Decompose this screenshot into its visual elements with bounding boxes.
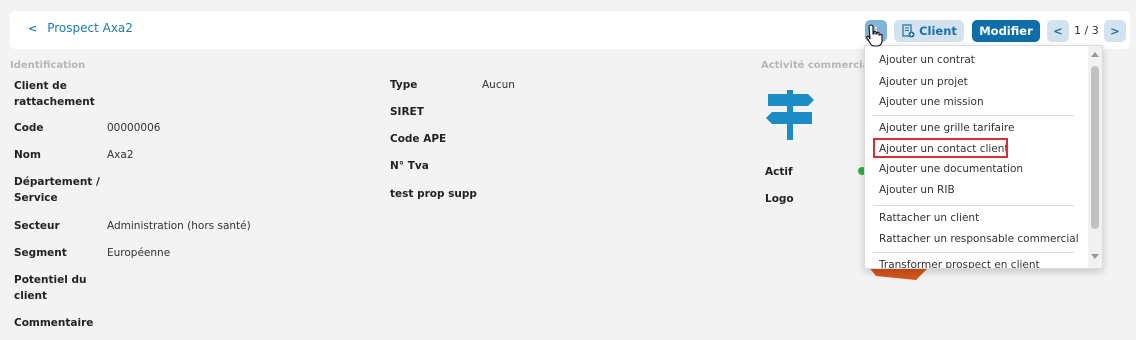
- field-label-secteur: Secteur: [14, 220, 60, 232]
- dropdown-scrollbar[interactable]: [1088, 46, 1102, 268]
- menu-item-ajouter-rib[interactable]: Ajouter un RIB: [879, 184, 955, 196]
- header-bar: < Prospect Axa2 ⋮ Client Modifier < 1 / …: [10, 11, 1130, 49]
- actif-label: Actif: [765, 166, 793, 178]
- field-value-secteur: Administration (hors santé): [107, 220, 251, 232]
- next-button[interactable]: >: [1104, 20, 1126, 42]
- modifier-button[interactable]: Modifier: [972, 20, 1040, 42]
- logo-label: Logo: [765, 193, 794, 205]
- field-label-siret: SIRET: [390, 106, 424, 118]
- menu-item-ajouter-projet[interactable]: Ajouter un projet: [879, 76, 968, 88]
- previous-button[interactable]: <: [1047, 20, 1069, 42]
- back-label: Prospect Axa2: [47, 21, 133, 35]
- actions-dropdown: Ajouter un contrat Ajouter un projet Ajo…: [864, 45, 1103, 269]
- menu-divider: [873, 205, 1074, 206]
- back-link[interactable]: < Prospect Axa2: [28, 21, 133, 35]
- menu-item-ajouter-documentation[interactable]: Ajouter une documentation: [879, 163, 1023, 175]
- identification-title: Identification: [10, 60, 86, 71]
- menu-item-ajouter-mission[interactable]: Ajouter une mission: [879, 96, 984, 108]
- menu-divider: [873, 115, 1074, 116]
- field-label-commentaire: Commentaire: [14, 317, 94, 329]
- field-value-code: 00000006: [107, 122, 161, 134]
- field-label-client-rattachement: Client de rattachement: [14, 80, 95, 108]
- field-label-code: Code: [14, 122, 44, 134]
- field-label-tva: N° Tva: [390, 160, 429, 172]
- scroll-up-arrow-icon[interactable]: [1091, 52, 1099, 57]
- field-label-potentiel: Potentiel du client: [14, 274, 87, 302]
- chevron-right-icon: >: [1110, 24, 1120, 38]
- field-label-nom: Nom: [14, 149, 41, 161]
- highlight-box: [873, 138, 1008, 158]
- field-value-segment: Européenne: [107, 247, 171, 259]
- field-value-nom: Axa2: [107, 149, 134, 161]
- menu-item-rattacher-client[interactable]: Rattacher un client: [879, 212, 979, 224]
- field-value-type: Aucun: [482, 79, 515, 91]
- client-button-label: Client: [919, 24, 957, 38]
- field-label-segment: Segment: [14, 247, 67, 259]
- chevron-left-icon: <: [1053, 24, 1063, 38]
- menu-item-rattacher-responsable[interactable]: Rattacher un responsable commercial: [879, 233, 1079, 245]
- scrollbar-thumb[interactable]: [1091, 66, 1099, 229]
- scroll-down-arrow-icon[interactable]: [1091, 254, 1099, 259]
- add-client-icon: [902, 24, 915, 38]
- field-label-departement: Département / Service: [14, 176, 100, 204]
- client-button[interactable]: Client: [894, 20, 964, 42]
- field-label-test-prop-supp: test prop supp: [390, 188, 477, 200]
- menu-divider: [873, 252, 1074, 253]
- modifier-button-label: Modifier: [979, 24, 1033, 38]
- field-label-code-ape: Code APE: [390, 133, 447, 145]
- menu-item-transformer-prospect[interactable]: Transformer prospect en client: [879, 259, 1040, 268]
- field-label-type: Type: [390, 79, 418, 91]
- menu-item-ajouter-grille-tarifaire[interactable]: Ajouter une grille tarifaire: [879, 122, 1014, 134]
- menu-item-ajouter-contrat[interactable]: Ajouter un contrat: [879, 54, 975, 66]
- commercial-title: Activité commerciale: [761, 60, 880, 71]
- signpost-icon: [766, 90, 814, 140]
- hand-cursor-icon: [866, 24, 883, 47]
- chevron-left-icon: <: [28, 21, 38, 35]
- pager-indicator: 1 / 3: [1074, 24, 1099, 37]
